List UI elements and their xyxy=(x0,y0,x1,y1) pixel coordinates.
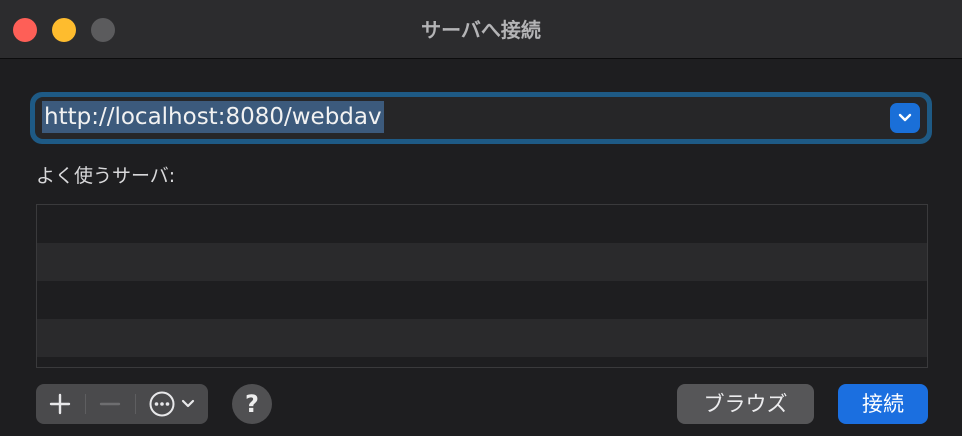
favorite-servers-label: よく使うサーバ: xyxy=(36,165,176,187)
server-address-value[interactable]: http://localhost:8080/webdav xyxy=(42,101,384,133)
connect-button[interactable]: 接続 xyxy=(838,384,928,424)
chevron-down-icon xyxy=(181,399,195,408)
plus-icon xyxy=(49,393,71,415)
list-item[interactable] xyxy=(37,319,927,357)
favorite-servers-list[interactable] xyxy=(36,204,928,368)
more-actions-menu-button[interactable] xyxy=(136,384,208,424)
chevron-down-icon xyxy=(898,113,912,122)
add-favorite-button[interactable] xyxy=(36,384,84,424)
recent-servers-dropdown-button[interactable] xyxy=(890,103,920,133)
favorites-toolbar xyxy=(36,384,208,424)
minus-icon xyxy=(99,402,121,406)
ellipsis-circle-icon xyxy=(149,391,175,417)
list-item[interactable] xyxy=(37,281,927,319)
window-title: サーバへ接続 xyxy=(421,18,541,42)
list-item[interactable] xyxy=(37,205,927,243)
browse-button[interactable]: ブラウズ xyxy=(677,384,814,424)
list-item[interactable] xyxy=(37,357,927,367)
remove-favorite-button[interactable] xyxy=(86,384,134,424)
title-bar: サーバへ接続 xyxy=(0,0,962,59)
help-button[interactable]: ? xyxy=(232,384,272,424)
list-item[interactable] xyxy=(37,243,927,281)
connect-to-server-window: サーバへ接続 http://localhost:8080/webdav よく使う… xyxy=(0,0,962,436)
